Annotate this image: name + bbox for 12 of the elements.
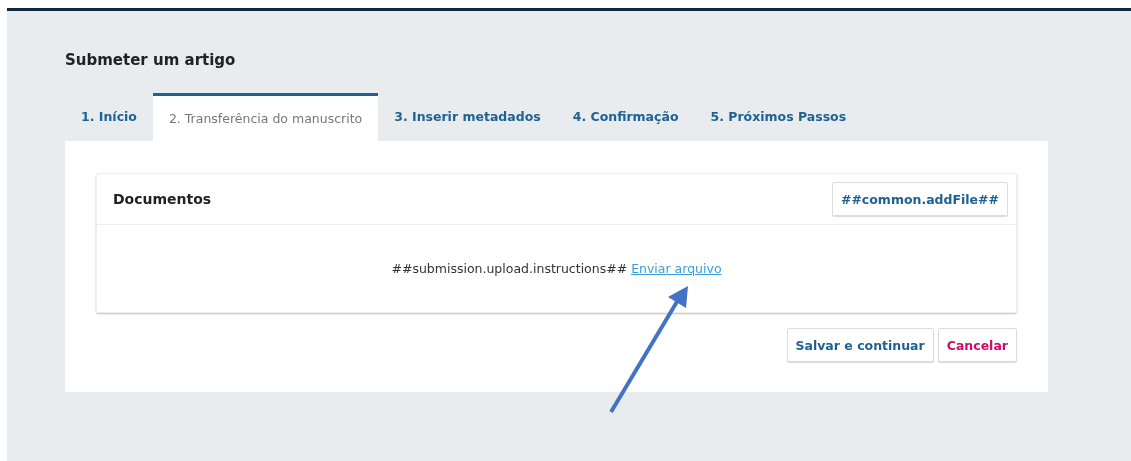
tab[interactable]: 2. Transferência do manuscrito [152,93,379,141]
tab[interactable]: 3. Inserir metadados [378,93,557,141]
add-file-button[interactable]: ##common.addFile## [831,182,1008,216]
tab[interactable]: 5. Próximos Passos [694,93,863,141]
cancel-button[interactable]: Cancelar [937,328,1017,362]
tab[interactable]: 4. Confirmação [556,93,695,141]
upload-instructions: ##submission.upload.instructions## Enviar arquivo [391,261,722,276]
upload-link[interactable]: Enviar arquivo [631,261,722,276]
card-title: Documentos [113,191,212,207]
save-button[interactable]: Salvar e continuar [786,328,934,362]
page-title: Submeter um artigo [65,51,237,71]
tab[interactable]: 1. Início [65,93,153,141]
